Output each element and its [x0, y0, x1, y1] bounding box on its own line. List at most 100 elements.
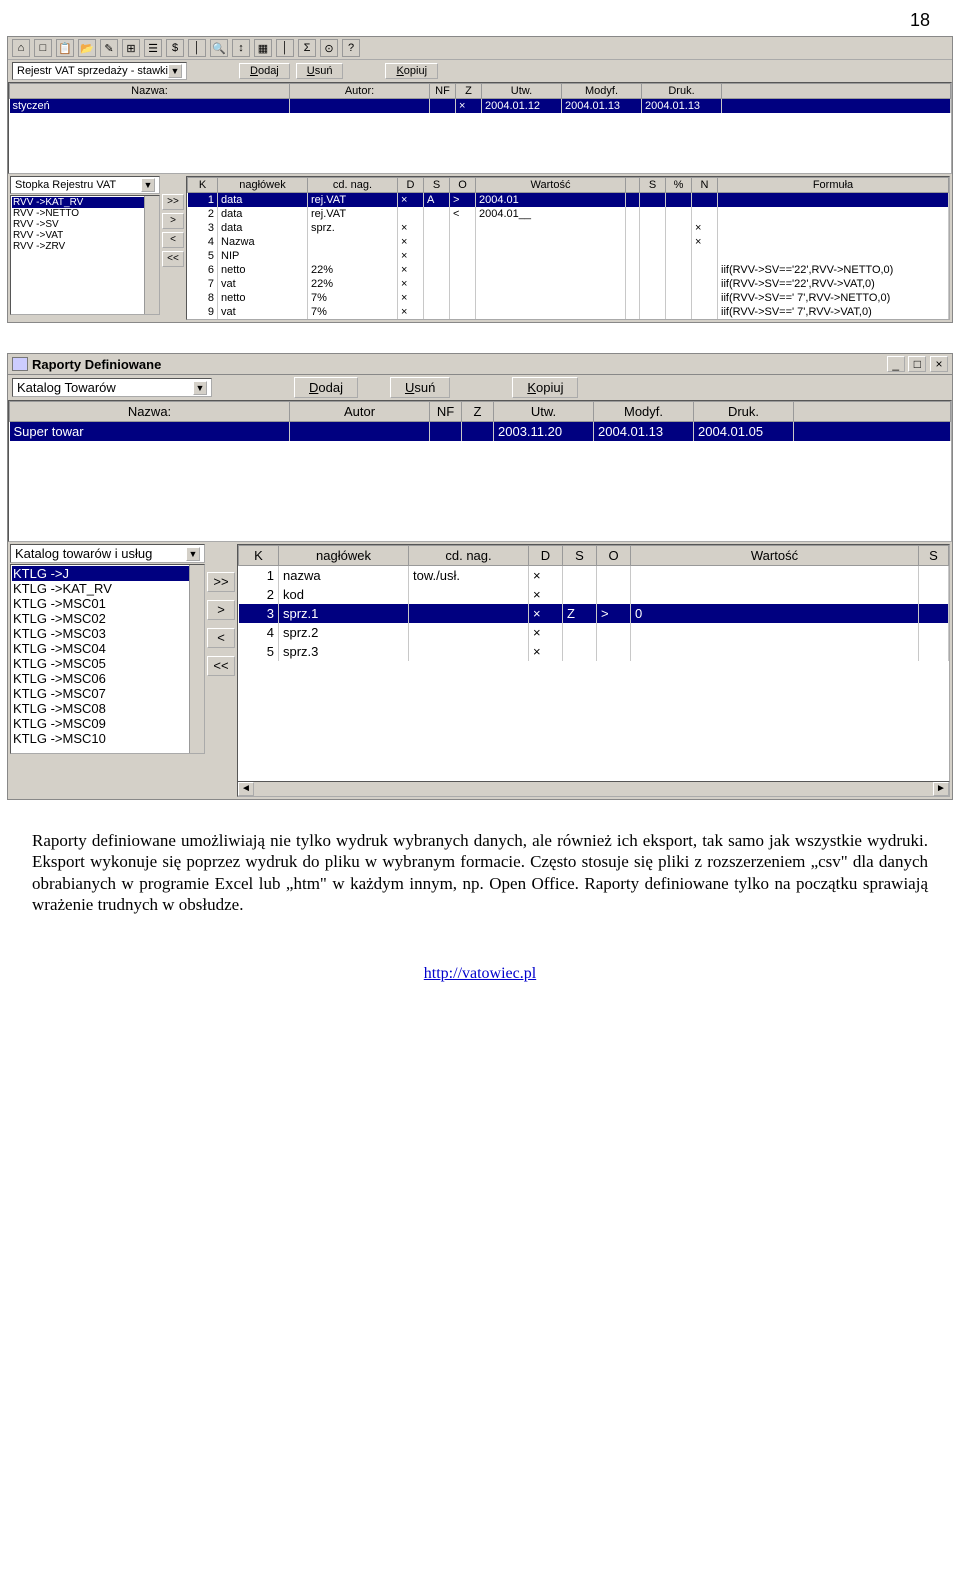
delete-button[interactable]: Usuń: [390, 377, 450, 398]
move-all-right-button[interactable]: >>: [162, 194, 184, 210]
column-header[interactable]: O: [450, 178, 476, 193]
toolbar-icon[interactable]: │: [276, 39, 294, 57]
move-right-button[interactable]: >: [207, 600, 235, 620]
move-left-button[interactable]: <: [207, 628, 235, 648]
toolbar-icon[interactable]: □: [34, 39, 52, 57]
column-header[interactable]: S: [919, 546, 949, 566]
list-item[interactable]: RVV ->ZRV: [12, 241, 158, 252]
close-button[interactable]: ×: [930, 356, 948, 372]
toolbar-icon[interactable]: │: [188, 39, 206, 57]
toolbar-icon[interactable]: 🔍: [210, 39, 228, 57]
column-header[interactable]: S: [424, 178, 450, 193]
list-item[interactable]: KTLG ->MSC01: [12, 596, 203, 611]
table-row[interactable]: 5NIP×: [188, 249, 949, 263]
column-header[interactable]: S: [640, 178, 666, 193]
report-type-dropdown[interactable]: Katalog Towarów ▼: [12, 378, 212, 397]
table-row[interactable]: 2datarej.VAT<2004.01__: [188, 207, 949, 221]
list-item[interactable]: RVV ->VAT: [12, 230, 158, 241]
toolbar-icon[interactable]: ⊞: [122, 39, 140, 57]
toolbar-icon[interactable]: ?: [342, 39, 360, 57]
table-row[interactable]: 2kod×: [239, 585, 949, 604]
column-header[interactable]: Utw.: [494, 402, 594, 422]
table-row[interactable]: 1nazwatow./usł.×: [239, 566, 949, 586]
list-item[interactable]: KTLG ->MSC09: [12, 716, 203, 731]
column-header[interactable]: D: [529, 546, 563, 566]
list-item[interactable]: KTLG ->MSC07: [12, 686, 203, 701]
list-item[interactable]: KTLG ->MSC04: [12, 641, 203, 656]
horizontal-scrollbar[interactable]: ◄ ►: [237, 781, 950, 797]
table-row[interactable]: 8netto7%×iif(RVV->SV==' 7',RVV->NETTO,0): [188, 291, 949, 305]
toolbar-icon[interactable]: 📋: [56, 39, 74, 57]
table-row[interactable]: 4Nazwa××: [188, 235, 949, 249]
table-row[interactable]: styczeń×2004.01.122004.01.132004.01.13: [10, 99, 951, 114]
column-header[interactable]: Autor:: [290, 84, 430, 99]
column-header[interactable]: %: [666, 178, 692, 193]
table-row[interactable]: 6netto22%×iif(RVV->SV=='22',RVV->NETTO,0…: [188, 263, 949, 277]
table-row[interactable]: 9vat7%×iif(RVV->SV==' 7',RVV->VAT,0): [188, 305, 949, 319]
copy-button[interactable]: Kopiuj: [385, 63, 438, 79]
toolbar-icon[interactable]: ☰: [144, 39, 162, 57]
scrollbar[interactable]: [189, 565, 204, 753]
toolbar-icon[interactable]: 📂: [78, 39, 96, 57]
list-item[interactable]: RVV ->KAT_RV: [12, 197, 158, 208]
column-header[interactable]: cd. nag.: [308, 178, 398, 193]
column-header[interactable]: [626, 178, 640, 193]
report-type-dropdown[interactable]: Rejestr VAT sprzedaży - stawki ▼: [12, 62, 187, 80]
column-header[interactable]: O: [597, 546, 631, 566]
copy-button[interactable]: Kopiuj: [512, 377, 578, 398]
column-header[interactable]: NF: [430, 402, 462, 422]
add-button[interactable]: DDodajodaj: [239, 63, 290, 79]
scroll-left-icon[interactable]: ◄: [238, 782, 254, 796]
toolbar-icon[interactable]: ✎: [100, 39, 118, 57]
column-header[interactable]: Z: [456, 84, 482, 99]
column-header[interactable]: Formuła: [718, 178, 949, 193]
table-row[interactable]: 7vat22%×iif(RVV->SV=='22',RVV->VAT,0): [188, 277, 949, 291]
list-item[interactable]: RVV ->SV: [12, 219, 158, 230]
move-all-left-button[interactable]: <<: [162, 251, 184, 267]
move-all-left-button[interactable]: <<: [207, 656, 235, 676]
table-row[interactable]: 1datarej.VAT×A>2004.01: [188, 193, 949, 208]
column-header[interactable]: Druk.: [694, 402, 794, 422]
column-header[interactable]: Modyf.: [594, 402, 694, 422]
list-item[interactable]: KTLG ->MSC08: [12, 701, 203, 716]
column-header[interactable]: Modyf.: [562, 84, 642, 99]
column-header[interactable]: D: [398, 178, 424, 193]
footer-link[interactable]: http://vatowiec.pl: [424, 965, 536, 982]
list-item[interactable]: KTLG ->MSC02: [12, 611, 203, 626]
column-header[interactable]: S: [563, 546, 597, 566]
column-header[interactable]: Nazwa:: [10, 402, 290, 422]
side-dropdown[interactable]: Stopka Rejestru VAT ▼: [10, 176, 160, 194]
table-row[interactable]: 3sprz.1×Z>0: [239, 604, 949, 623]
move-all-right-button[interactable]: >>: [207, 572, 235, 592]
list-item[interactable]: KTLG ->J: [12, 566, 203, 581]
column-header[interactable]: Wartość: [476, 178, 626, 193]
column-header[interactable]: Nazwa:: [10, 84, 290, 99]
toolbar-icon[interactable]: ⌂: [12, 39, 30, 57]
list-item[interactable]: KTLG ->MSC03: [12, 626, 203, 641]
column-header[interactable]: Autor: [290, 402, 430, 422]
toolbar-icon[interactable]: ↕: [232, 39, 250, 57]
scroll-right-icon[interactable]: ►: [933, 782, 949, 796]
column-header[interactable]: K: [239, 546, 279, 566]
list-item[interactable]: KTLG ->MSC05: [12, 656, 203, 671]
add-button[interactable]: Dodaj: [294, 377, 358, 398]
column-header[interactable]: K: [188, 178, 218, 193]
side-dropdown[interactable]: Katalog towarów i usług ▼: [10, 544, 205, 563]
column-header[interactable]: cd. nag.: [409, 546, 529, 566]
list-item[interactable]: KTLG ->KAT_RV: [12, 581, 203, 596]
table-row[interactable]: 5sprz.3×: [239, 642, 949, 661]
table-row[interactable]: Super towar2003.11.202004.01.132004.01.0…: [10, 422, 951, 442]
column-header[interactable]: Utw.: [482, 84, 562, 99]
maximize-button[interactable]: □: [908, 356, 926, 372]
move-right-button[interactable]: >: [162, 213, 184, 229]
toolbar-icon[interactable]: $: [166, 39, 184, 57]
toolbar-icon[interactable]: Σ: [298, 39, 316, 57]
field-list[interactable]: KTLG ->JKTLG ->KAT_RVKTLG ->MSC01KTLG ->…: [10, 564, 205, 754]
table-row[interactable]: 4sprz.2×: [239, 623, 949, 642]
table-row[interactable]: 3datasprz.××: [188, 221, 949, 235]
column-header[interactable]: Wartość: [631, 546, 919, 566]
column-header[interactable]: nagłówek: [279, 546, 409, 566]
column-header[interactable]: Druk.: [642, 84, 722, 99]
scrollbar[interactable]: [144, 196, 159, 314]
column-header[interactable]: NF: [430, 84, 456, 99]
